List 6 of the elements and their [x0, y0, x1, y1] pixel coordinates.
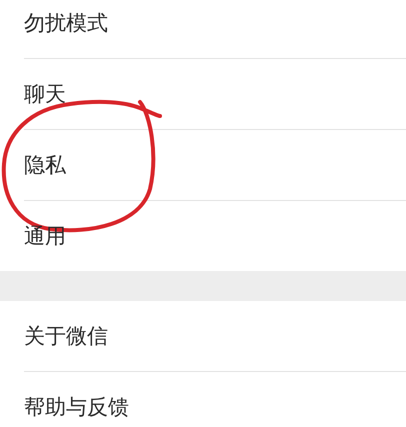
settings-item[interactable]: 勿扰模式 [24, 9, 108, 37]
settings-item[interactable]: 帮助与反馈 [24, 393, 129, 421]
settings-item[interactable]: 通用 [24, 222, 66, 250]
settings-item[interactable]: 关于微信 [24, 322, 108, 350]
settings-item[interactable]: 隐私 [24, 151, 66, 179]
settings-item[interactable]: 聊天 [24, 80, 66, 108]
